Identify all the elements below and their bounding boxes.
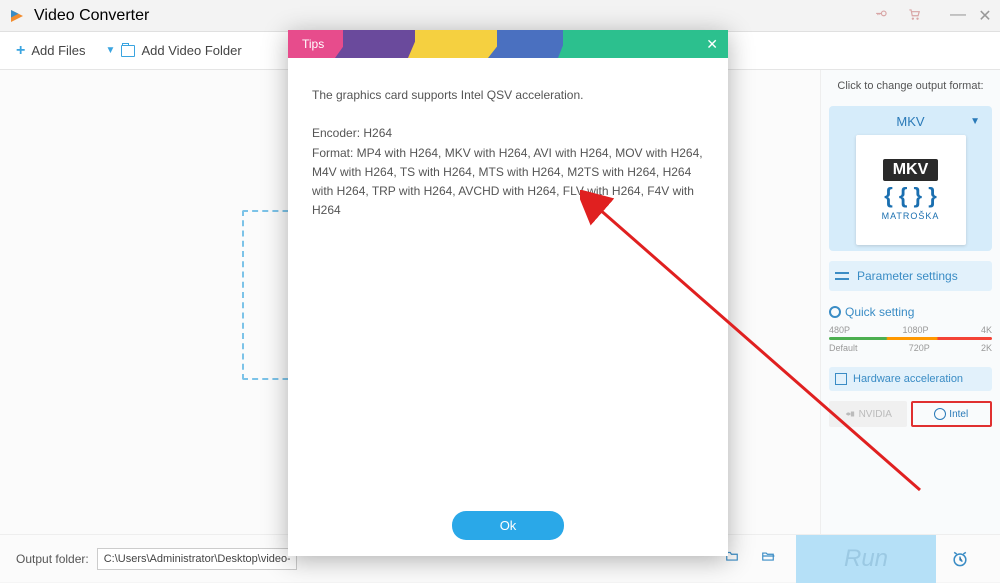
run-label: Run bbox=[844, 545, 888, 573]
intel-icon bbox=[934, 408, 946, 420]
app-logo-icon bbox=[8, 7, 26, 25]
add-files-label: Add Files bbox=[31, 43, 85, 58]
hw-accel-label: Hardware acceleration bbox=[853, 373, 963, 385]
modal-close-button[interactable]: ✕ bbox=[706, 36, 718, 53]
close-button[interactable]: ✕ bbox=[978, 6, 992, 26]
braces-icon: { { } } bbox=[884, 183, 937, 209]
add-video-folder-button[interactable]: Add Video Folder bbox=[121, 43, 241, 58]
titlebar: Video Converter — ✕ bbox=[0, 0, 1000, 32]
hardware-acceleration-button[interactable]: Hardware acceleration bbox=[829, 367, 992, 391]
ok-button[interactable]: Ok bbox=[452, 511, 565, 540]
tips-modal: Tips ✕ The graphics card supports Intel … bbox=[288, 30, 728, 556]
qs-720p: 720P bbox=[909, 343, 930, 353]
sliders-icon bbox=[835, 271, 849, 281]
quick-setting-section: Quick setting 480P 1080P 4K Default 720P… bbox=[829, 301, 992, 357]
qs-1080p: 1080P bbox=[902, 325, 928, 335]
qs-2k: 2K bbox=[981, 343, 992, 353]
modal-line1: The graphics card supports Intel QSV acc… bbox=[312, 86, 704, 105]
modal-body: The graphics card supports Intel QSV acc… bbox=[288, 58, 728, 495]
key-icon[interactable] bbox=[874, 7, 890, 24]
intel-button[interactable]: Intel bbox=[911, 401, 993, 427]
modal-title: Tips bbox=[302, 37, 324, 51]
modal-line3: Format: MP4 with H264, MKV with H264, AV… bbox=[312, 144, 704, 221]
intel-label: Intel bbox=[949, 409, 968, 420]
format-brand: MATROŠKA bbox=[882, 211, 940, 221]
quick-setting-slider[interactable] bbox=[829, 337, 992, 340]
modal-line2: Encoder: H264 bbox=[312, 124, 704, 143]
open-folder-icon[interactable] bbox=[760, 549, 776, 568]
modal-footer: Ok bbox=[288, 495, 728, 556]
quick-setting-label: Quick setting bbox=[829, 305, 992, 319]
modal-header: Tips ✕ bbox=[288, 30, 728, 58]
app-title: Video Converter bbox=[34, 7, 149, 25]
qs-4k: 4K bbox=[981, 325, 992, 335]
add-folder-label: Add Video Folder bbox=[141, 43, 241, 58]
chip-icon bbox=[835, 373, 847, 385]
alarm-button[interactable] bbox=[936, 535, 984, 583]
folder-icon bbox=[121, 45, 135, 57]
format-name: MKV bbox=[896, 114, 924, 129]
sidebar-title: Click to change output format: bbox=[829, 80, 992, 92]
output-folder-label: Output folder: bbox=[16, 552, 89, 566]
format-thumbnail: MKV { { } } MATROŠKA bbox=[856, 135, 966, 245]
add-files-button[interactable]: + Add Files bbox=[16, 42, 86, 60]
plus-icon: + bbox=[16, 42, 25, 60]
sidebar: Click to change output format: MKV ▼ MKV… bbox=[820, 70, 1000, 534]
nvidia-label: NVIDIA bbox=[859, 409, 892, 420]
format-dropdown-icon: ▼ bbox=[970, 116, 980, 127]
qs-default: Default bbox=[829, 343, 858, 353]
add-files-dropdown[interactable]: ▼ bbox=[106, 45, 116, 56]
alarm-icon bbox=[950, 549, 970, 569]
nvidia-icon bbox=[844, 409, 856, 419]
format-badge: MKV bbox=[883, 159, 939, 181]
param-label: Parameter settings bbox=[857, 269, 958, 283]
qs-480p: 480P bbox=[829, 325, 850, 335]
output-folder-input[interactable] bbox=[97, 548, 297, 570]
nvidia-button[interactable]: NVIDIA bbox=[829, 401, 907, 427]
cart-icon[interactable] bbox=[906, 7, 922, 24]
output-format-card[interactable]: MKV ▼ MKV { { } } MATROŠKA bbox=[829, 106, 992, 251]
parameter-settings-button[interactable]: Parameter settings bbox=[829, 261, 992, 291]
run-button[interactable]: Run bbox=[796, 535, 936, 583]
minimize-button[interactable]: — bbox=[950, 6, 964, 26]
